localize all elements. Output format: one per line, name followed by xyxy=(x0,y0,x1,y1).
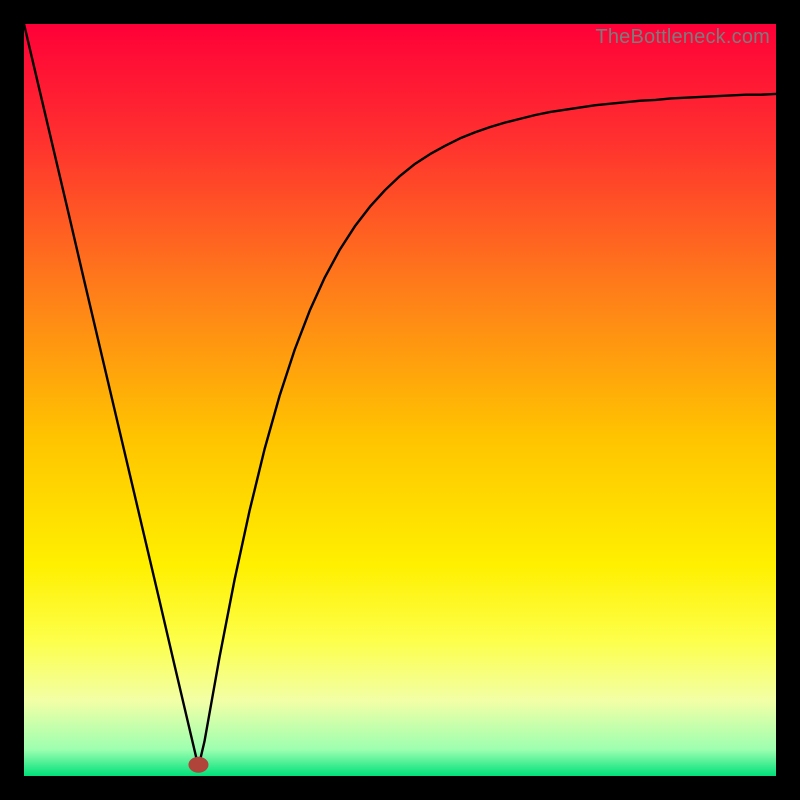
chart-svg xyxy=(24,24,776,776)
watermark-text: TheBottleneck.com xyxy=(595,26,770,49)
minimum-marker xyxy=(188,757,208,773)
chart-background xyxy=(24,24,776,776)
chart-frame: TheBottleneck.com xyxy=(24,24,776,776)
